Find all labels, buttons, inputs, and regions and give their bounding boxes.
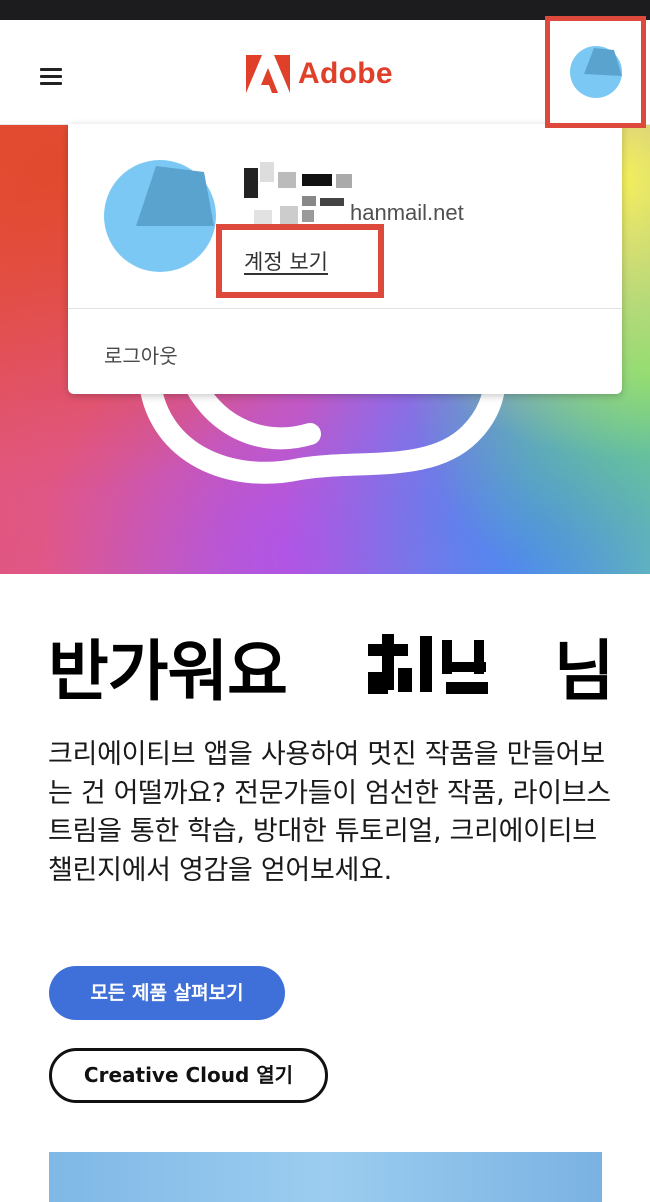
open-creative-cloud-button[interactable]: Creative Cloud 열기 (49, 1048, 328, 1103)
browse-all-products-button[interactable]: 모든 제품 살펴보기 (49, 966, 285, 1020)
greeting-text: 반가워요 (48, 633, 288, 710)
logout-button[interactable]: 로그아웃 (104, 340, 178, 369)
user-avatar-icon (570, 46, 622, 98)
view-account-highlight: 계정 보기 (216, 224, 384, 298)
adobe-logo[interactable]: Adobe (246, 54, 393, 94)
divider (68, 308, 622, 309)
account-avatar-icon (104, 160, 216, 272)
adobe-a-icon (246, 55, 290, 93)
featured-image (49, 1152, 602, 1202)
greeting-suffix: 님 (553, 633, 615, 710)
greeting-heading: 반가워요 님 (48, 618, 615, 714)
hamburger-menu-icon[interactable] (40, 68, 62, 86)
user-name-redacted (362, 628, 492, 698)
profile-avatar-button[interactable] (545, 16, 646, 128)
account-dropdown-menu: hanmail.net 계정 보기 로그아웃 (68, 124, 622, 394)
brand-name: Adobe (298, 57, 393, 90)
intro-description: 크리에이티브 앱을 사용하여 멋진 작품을 만들어보는 건 어떨까요? 전문가들… (48, 739, 611, 886)
account-email: hanmail.net (350, 200, 464, 225)
view-account-link[interactable]: 계정 보기 (244, 246, 328, 276)
